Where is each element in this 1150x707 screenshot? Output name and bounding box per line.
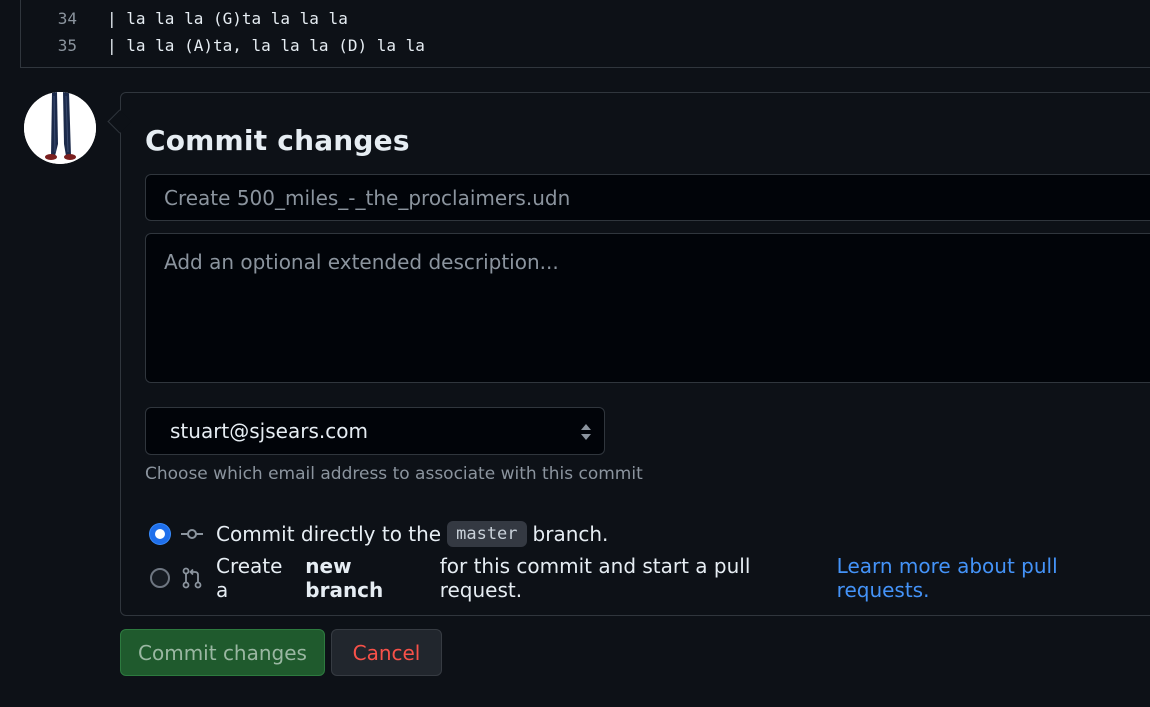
commit-direct-prefix: Commit directly to the (216, 522, 442, 546)
pull-requests-link[interactable]: Learn more about pull requests. (837, 554, 1150, 602)
commit-changes-button[interactable]: Commit changes (120, 629, 325, 676)
commit-direct-radio[interactable] (150, 524, 170, 544)
email-select-value: stuart@sjsears.com (170, 419, 368, 443)
email-hint: Choose which email address to associate … (145, 464, 643, 484)
new-branch-prefix: Create a (216, 554, 283, 602)
new-branch-suffix: for this commit and start a pull request… (439, 554, 751, 602)
commit-direct-suffix: branch. (532, 522, 609, 546)
avatar[interactable] (24, 92, 96, 164)
git-pull-request-icon (182, 567, 202, 589)
cancel-button[interactable]: Cancel (331, 629, 442, 676)
email-select[interactable]: stuart@sjsears.com (145, 407, 605, 455)
line-text: | la la (A)ta, la la la (D) la la (107, 36, 425, 55)
code-line[interactable]: 35 | la la (A)ta, la la la (D) la la (21, 32, 425, 59)
line-text: | la la la (G)ta la la la (107, 9, 348, 28)
code-line[interactable]: 34 | la la la (G)ta la la la (21, 5, 348, 32)
select-arrows-icon (581, 424, 591, 440)
line-number: 34 (57, 9, 77, 28)
commit-direct-option[interactable]: Commit directly to the master branch. (150, 519, 608, 549)
branch-name: master (447, 521, 527, 547)
new-branch-option[interactable]: Create a new branch for this commit and … (150, 554, 1150, 602)
new-branch-radio[interactable] (150, 568, 170, 588)
avatar-image (24, 92, 96, 164)
line-number: 35 (57, 36, 77, 55)
commit-title: Commit changes (145, 124, 410, 157)
file-editor[interactable]: 34 | la la la (G)ta la la la 35 | la la (A… (20, 0, 1150, 68)
commit-description-input[interactable] (145, 233, 1150, 383)
git-commit-icon (181, 529, 203, 539)
new-branch-bold: new branch (305, 554, 384, 602)
commit-summary-input[interactable] (145, 174, 1150, 221)
